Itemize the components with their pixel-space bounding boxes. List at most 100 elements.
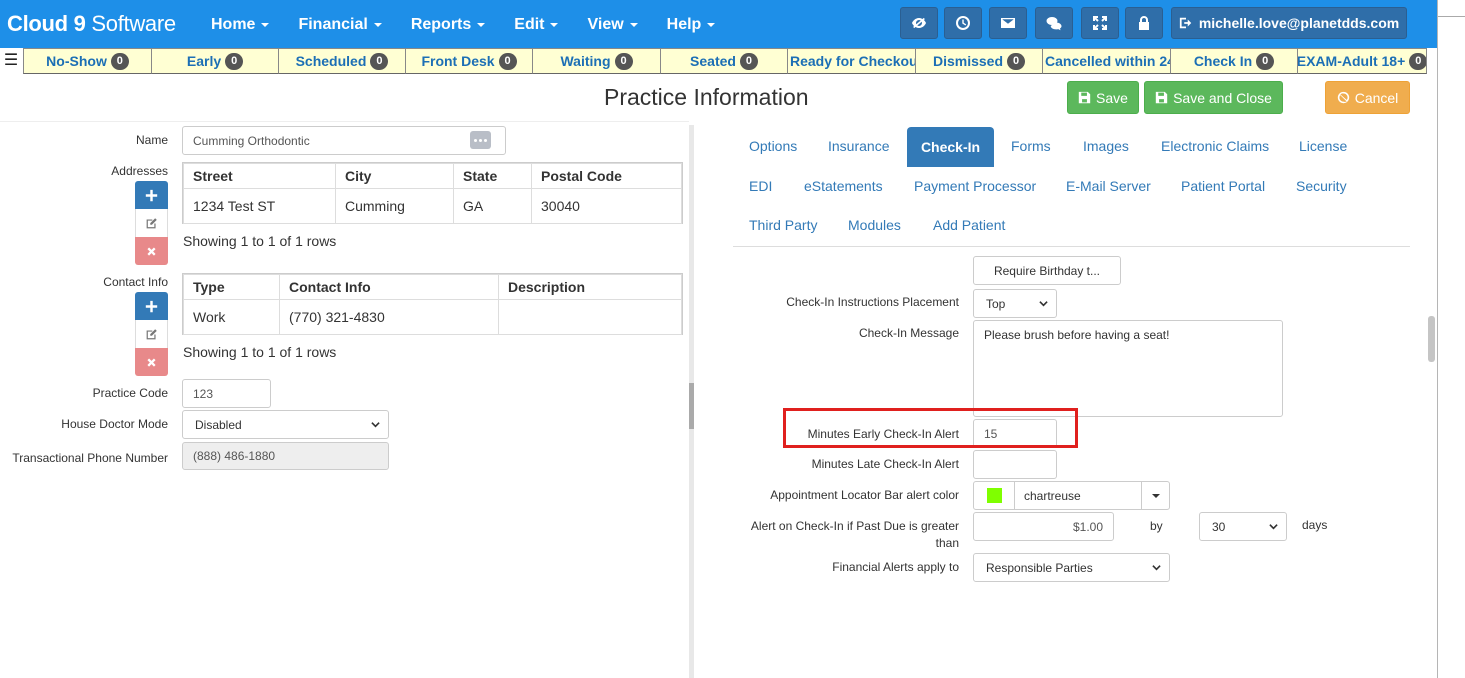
tab-third-party[interactable]: Third Party: [749, 217, 817, 233]
save-button[interactable]: Save: [1067, 81, 1139, 114]
edit-contact-button[interactable]: [135, 320, 168, 348]
house-doctor-mode-select[interactable]: Disabled: [182, 410, 389, 439]
hide-button[interactable]: [900, 7, 938, 39]
status-tab-no-show[interactable]: No-Show 0: [23, 48, 152, 74]
user-signout-button[interactable]: michelle.love@planetdds.com: [1171, 7, 1407, 39]
save-and-close-button[interactable]: Save and Close: [1144, 81, 1283, 114]
chat-button[interactable]: [1035, 7, 1073, 39]
brand-logo[interactable]: Cloud 9 Software: [7, 11, 176, 37]
cell-description: [498, 299, 682, 335]
financial-alerts-select[interactable]: Responsible Parties: [973, 553, 1170, 582]
past-due-label-line1: Alert on Check-In if Past Due is greater: [750, 519, 959, 533]
tab-edi[interactable]: EDI: [749, 178, 772, 194]
status-tab-scheduled[interactable]: Scheduled 0: [278, 48, 406, 74]
hamburger-icon[interactable]: ☰: [2, 51, 20, 71]
column-type[interactable]: Type: [183, 274, 280, 300]
minutes-early-label: Minutes Early Check-In Alert: [807, 427, 959, 441]
status-tab-exam-adult[interactable]: EXAM-Adult 18+ 0: [1297, 48, 1427, 74]
column-city[interactable]: City: [335, 163, 454, 189]
column-street[interactable]: Street: [183, 163, 336, 189]
dot-icon: [479, 138, 482, 142]
status-tab-check-in[interactable]: Check In 0: [1170, 48, 1298, 74]
app-window: Cloud 9 Software Home Financial Reports …: [0, 0, 1465, 678]
column-description[interactable]: Description: [498, 274, 682, 300]
delete-address-button[interactable]: [135, 237, 168, 265]
add-contact-button[interactable]: [135, 292, 168, 320]
cell-postal-code: 30040: [531, 188, 682, 224]
transactional-phone-input: (888) 486-1880: [182, 442, 389, 470]
cell-state: GA: [453, 188, 532, 224]
add-address-button[interactable]: [135, 181, 168, 209]
more-options-button[interactable]: [470, 131, 491, 149]
tab-images[interactable]: Images: [1083, 138, 1129, 154]
caret-down-icon: [261, 22, 270, 27]
check-in-message-label: Check-In Message: [858, 326, 959, 340]
tab-estatements[interactable]: eStatements: [804, 178, 883, 194]
table-row[interactable]: 1234 Test ST Cumming GA 30040: [183, 188, 682, 224]
delete-contact-button[interactable]: [135, 348, 168, 376]
tab-modules[interactable]: Modules: [848, 217, 901, 233]
cancel-button[interactable]: Cancel: [1325, 81, 1410, 114]
tab-email-server[interactable]: E-Mail Server: [1066, 178, 1151, 194]
eye-slash-icon: [912, 17, 926, 29]
history-button[interactable]: [944, 7, 982, 39]
tab-electronic-claims[interactable]: Electronic Claims: [1161, 138, 1269, 154]
splitter-handle[interactable]: [689, 383, 694, 429]
status-tab-ready-for-checkout[interactable]: Ready for Checkout: [787, 48, 916, 74]
house-doctor-mode-label: House Doctor Mode: [61, 417, 168, 431]
column-postal-code[interactable]: Postal Code: [531, 163, 682, 189]
status-tab-early[interactable]: Early 0: [151, 48, 279, 74]
right-gutter: [1437, 0, 1465, 678]
tab-payment-processor[interactable]: Payment Processor: [914, 178, 1036, 194]
scrollbar-thumb[interactable]: [1428, 316, 1435, 362]
past-due-days-select[interactable]: 30: [1199, 512, 1287, 541]
minutes-late-input[interactable]: [973, 450, 1057, 479]
menu-help[interactable]: Help: [667, 0, 716, 48]
close-icon: [147, 357, 156, 367]
instructions-placement-label: Check-In Instructions Placement: [786, 295, 959, 309]
check-in-message-textarea[interactable]: Please brush before having a seat!: [973, 320, 1283, 417]
menu-home[interactable]: Home: [211, 0, 270, 48]
tab-add-patient[interactable]: Add Patient: [933, 217, 1005, 233]
column-state[interactable]: State: [453, 163, 532, 189]
locator-color-picker[interactable]: chartreuse: [973, 481, 1170, 510]
status-tab-front-desk[interactable]: Front Desk 0: [405, 48, 533, 74]
status-tab-seated[interactable]: Seated 0: [660, 48, 788, 74]
past-due-amount-input[interactable]: $1.00: [973, 512, 1114, 541]
menu-view[interactable]: View: [587, 0, 638, 48]
menu-financial[interactable]: Financial: [298, 0, 382, 48]
require-birthday-button[interactable]: Require Birthday t...: [973, 256, 1121, 285]
contact-info-label: Contact Info: [103, 275, 168, 289]
minutes-early-input[interactable]: 15: [973, 419, 1057, 448]
column-contact-info[interactable]: Contact Info: [279, 274, 499, 300]
tab-check-in[interactable]: Check-In: [907, 127, 994, 167]
menu-edit[interactable]: Edit: [514, 0, 559, 48]
tab-forms[interactable]: Forms: [1011, 138, 1051, 154]
fullscreen-button[interactable]: [1081, 7, 1119, 39]
practice-code-input[interactable]: 123: [182, 379, 271, 408]
plus-icon: [145, 300, 158, 312]
tab-insurance[interactable]: Insurance: [828, 138, 889, 154]
tab-license[interactable]: License: [1299, 138, 1347, 154]
cell-street: 1234 Test ST: [183, 188, 336, 224]
menu-reports[interactable]: Reports: [411, 0, 486, 48]
caret-down-icon[interactable]: [1141, 482, 1169, 509]
locator-color-label: Appointment Locator Bar alert color: [770, 488, 959, 502]
messages-button[interactable]: [989, 7, 1027, 39]
envelope-icon: [1001, 18, 1015, 28]
sign-out-icon: [1179, 17, 1192, 29]
color-swatch-cell[interactable]: [974, 482, 1015, 509]
status-tab-dismissed[interactable]: Dismissed 0: [915, 48, 1043, 74]
table-row[interactable]: Work (770) 321-4830: [183, 299, 682, 335]
tab-patient-portal[interactable]: Patient Portal: [1181, 178, 1265, 194]
tab-options[interactable]: Options: [749, 138, 797, 154]
tab-security[interactable]: Security: [1296, 178, 1347, 194]
edit-address-button[interactable]: [135, 209, 168, 237]
practice-name-input[interactable]: Cumming Orthodontic: [182, 126, 506, 155]
status-tab-waiting[interactable]: Waiting 0: [532, 48, 661, 74]
instructions-placement-select[interactable]: Top: [973, 289, 1057, 318]
status-tab-cancelled-within-24[interactable]: Cancelled within 24: [1042, 48, 1171, 74]
lock-button[interactable]: [1125, 7, 1163, 39]
cell-contact-info: (770) 321-4830: [279, 299, 499, 335]
past-due-label-line2: than: [935, 536, 959, 550]
